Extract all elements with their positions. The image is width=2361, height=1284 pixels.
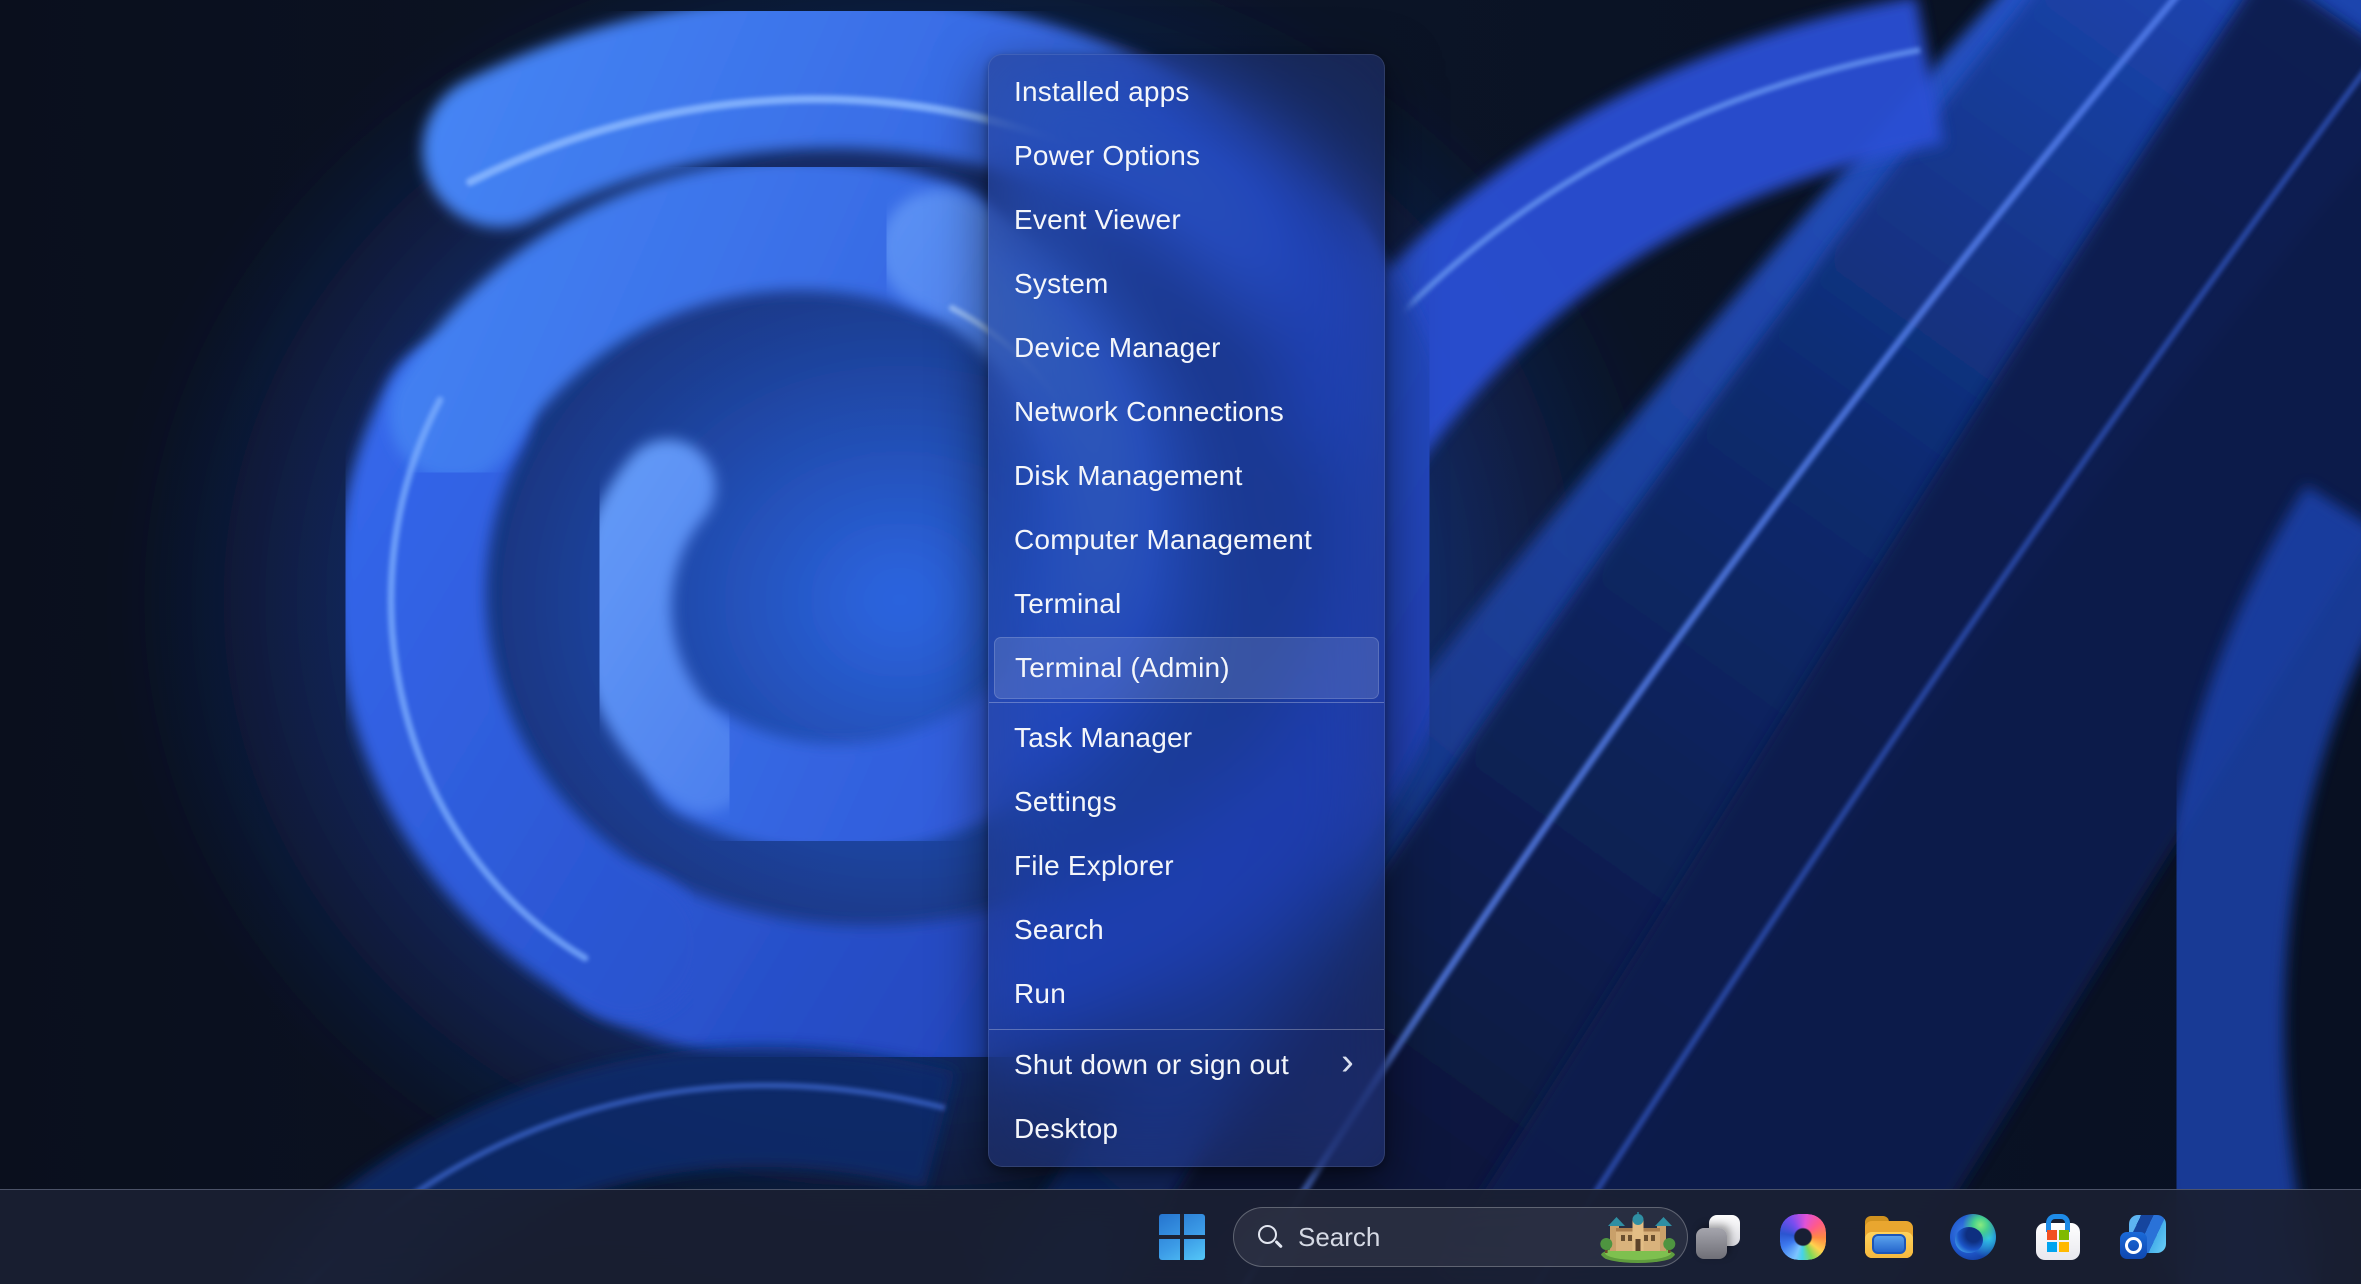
menu-item-file-explorer[interactable]: File Explorer (989, 834, 1384, 898)
menu-item-label: Settings (1014, 786, 1117, 818)
chevron-right-icon: › (1341, 1043, 1354, 1081)
copilot-icon (1780, 1214, 1826, 1260)
search-icon (1258, 1225, 1282, 1249)
menu-item-installed-apps[interactable]: Installed apps (989, 60, 1384, 124)
task-view-button[interactable] (1688, 1207, 1748, 1267)
menu-separator (989, 1029, 1384, 1030)
microsoft-store-button[interactable] (2028, 1207, 2088, 1267)
menu-item-event-viewer[interactable]: Event Viewer (989, 188, 1384, 252)
menu-item-network-connections[interactable]: Network Connections (989, 380, 1384, 444)
taskbar-search-box[interactable]: Search (1233, 1207, 1688, 1267)
menu-item-label: Computer Management (1014, 524, 1312, 556)
menu-item-label: Terminal (1014, 588, 1121, 620)
menu-item-label: System (1014, 268, 1109, 300)
outlook-button[interactable] (2113, 1207, 2173, 1267)
desktop: Installed apps Power Options Event Viewer S… (0, 0, 2361, 1284)
edge-button[interactable] (1943, 1207, 2003, 1267)
menu-item-search[interactable]: Search (989, 898, 1384, 962)
menu-item-disk-management[interactable]: Disk Management (989, 444, 1384, 508)
microsoft-store-icon (2036, 1214, 2080, 1260)
bing-daily-image[interactable] (1595, 1211, 1681, 1263)
outlook-icon (2120, 1215, 2166, 1259)
menu-item-label: Device Manager (1014, 332, 1221, 364)
menu-item-label: Disk Management (1014, 460, 1243, 492)
taskbar: Search (0, 1189, 2361, 1284)
menu-item-label: Run (1014, 978, 1066, 1010)
search-placeholder: Search (1298, 1222, 1380, 1253)
menu-item-label: Power Options (1014, 140, 1200, 172)
edge-icon (1950, 1214, 1996, 1260)
menu-item-label: Search (1014, 914, 1104, 946)
menu-item-task-manager[interactable]: Task Manager (989, 706, 1384, 770)
menu-item-device-manager[interactable]: Device Manager (989, 316, 1384, 380)
windows-logo-icon (1159, 1214, 1205, 1260)
file-explorer-icon (1865, 1216, 1913, 1258)
start-button[interactable] (1152, 1207, 1212, 1267)
menu-item-shut-down-or-sign-out[interactable]: Shut down or sign out › (989, 1033, 1384, 1097)
menu-item-label: Desktop (1014, 1113, 1118, 1145)
menu-separator (989, 702, 1384, 703)
menu-item-label: Terminal (Admin) (1015, 652, 1230, 684)
menu-item-label: Shut down or sign out (1014, 1049, 1289, 1081)
menu-item-system[interactable]: System (989, 252, 1384, 316)
menu-item-label: Network Connections (1014, 396, 1284, 428)
copilot-button[interactable] (1773, 1207, 1833, 1267)
menu-item-desktop[interactable]: Desktop (989, 1097, 1384, 1161)
menu-item-label: File Explorer (1014, 850, 1174, 882)
menu-item-terminal[interactable]: Terminal (989, 572, 1384, 636)
file-explorer-button[interactable] (1859, 1207, 1919, 1267)
task-view-icon (1696, 1215, 1740, 1259)
menu-item-label: Event Viewer (1014, 204, 1181, 236)
menu-item-settings[interactable]: Settings (989, 770, 1384, 834)
menu-item-label: Installed apps (1014, 76, 1190, 108)
castle-illustration (1595, 1211, 1681, 1263)
menu-item-run[interactable]: Run (989, 962, 1384, 1026)
menu-item-computer-management[interactable]: Computer Management (989, 508, 1384, 572)
menu-item-label: Task Manager (1014, 722, 1192, 754)
menu-item-power-options[interactable]: Power Options (989, 124, 1384, 188)
winx-menu: Installed apps Power Options Event Viewer S… (988, 54, 1385, 1167)
menu-item-terminal-admin[interactable]: Terminal (Admin) (994, 637, 1379, 699)
